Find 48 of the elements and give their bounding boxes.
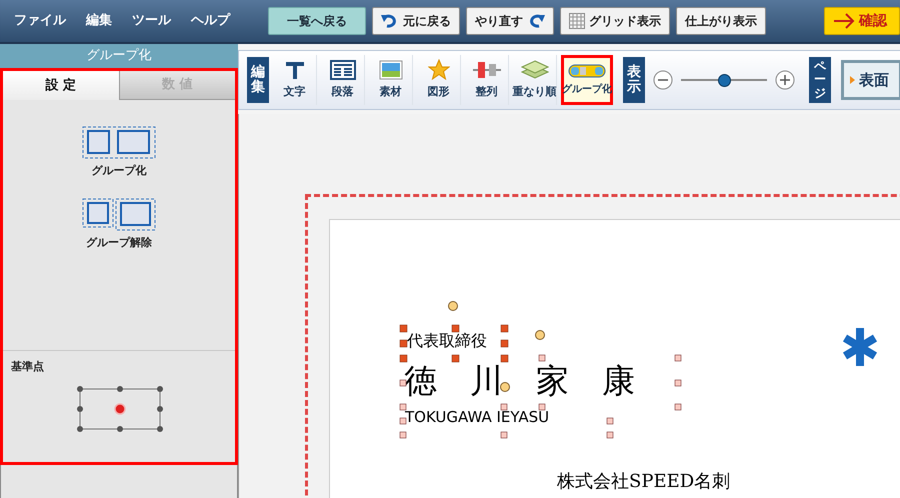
ungroup-button[interactable]: グループ解除 [82,198,156,251]
tool-button[interactable]: 段落 [321,55,365,105]
tool-button[interactable]: 整列 [465,55,509,105]
zoom-in-icon[interactable] [775,70,795,90]
zoom-out-icon[interactable] [653,70,673,90]
panel-tab[interactable]: 設 定 [3,71,118,100]
letter-t-icon [284,60,306,80]
panel-title: グループ化 [86,47,152,65]
anchor-point-grid[interactable] [77,386,163,432]
romaji-text[interactable]: TOKUGAWA IEYASU [405,406,550,428]
tool-button[interactable]: 重なり順 [513,55,557,105]
redo-icon [527,14,545,28]
company-text[interactable]: 株式会社SPEED名刺 [557,468,730,495]
tool-button[interactable]: 素材 [369,55,413,105]
anchor-label: 基準点 [11,359,45,375]
redo-button[interactable]: やり直す [466,7,554,35]
back-button[interactable]: 一覧へ戻る [268,7,366,35]
plain-button[interactable]: 仕上がり表示 [676,7,766,35]
ungroup-icon [82,198,156,230]
asterisk-logo-icon [843,326,877,368]
name-text[interactable]: 徳 川 家 康 [404,356,635,406]
grid-icon [569,13,585,29]
page-section-label: ページ [809,57,831,103]
star-icon [428,59,450,80]
view-section-label: 表示 [623,57,645,103]
undo-icon [381,14,399,28]
zoom-slider-thumb[interactable] [718,74,731,86]
page-button[interactable]: 表面 [841,60,900,100]
menu-item[interactable]: ヘルプ [191,11,230,31]
group-button[interactable]: グループ化 [82,126,156,180]
landscape-icon [378,60,402,80]
edit-section-label: 編集 [247,57,269,103]
menu-item[interactable]: ツール [132,11,171,31]
arrow-icon [833,13,855,29]
tool-button[interactable]: 文字 [273,55,317,105]
triangle-icon [850,76,855,84]
menu-item[interactable]: ファイル [14,11,66,31]
layers-icon [520,60,548,80]
grid-button[interactable]: グリッド表示 [560,7,670,35]
group-icon [82,126,156,159]
confirm-button[interactable]: 確認 [824,7,900,35]
title-text[interactable]: 代表取締役 [407,329,487,353]
capsule-icon [568,64,606,78]
align-icon [472,60,500,80]
undo-button[interactable]: 元に戻る [372,7,460,35]
menu-item[interactable]: 編集 [86,11,112,31]
paragraph-icon [330,60,356,80]
tool-button[interactable]: 図形 [417,55,461,105]
